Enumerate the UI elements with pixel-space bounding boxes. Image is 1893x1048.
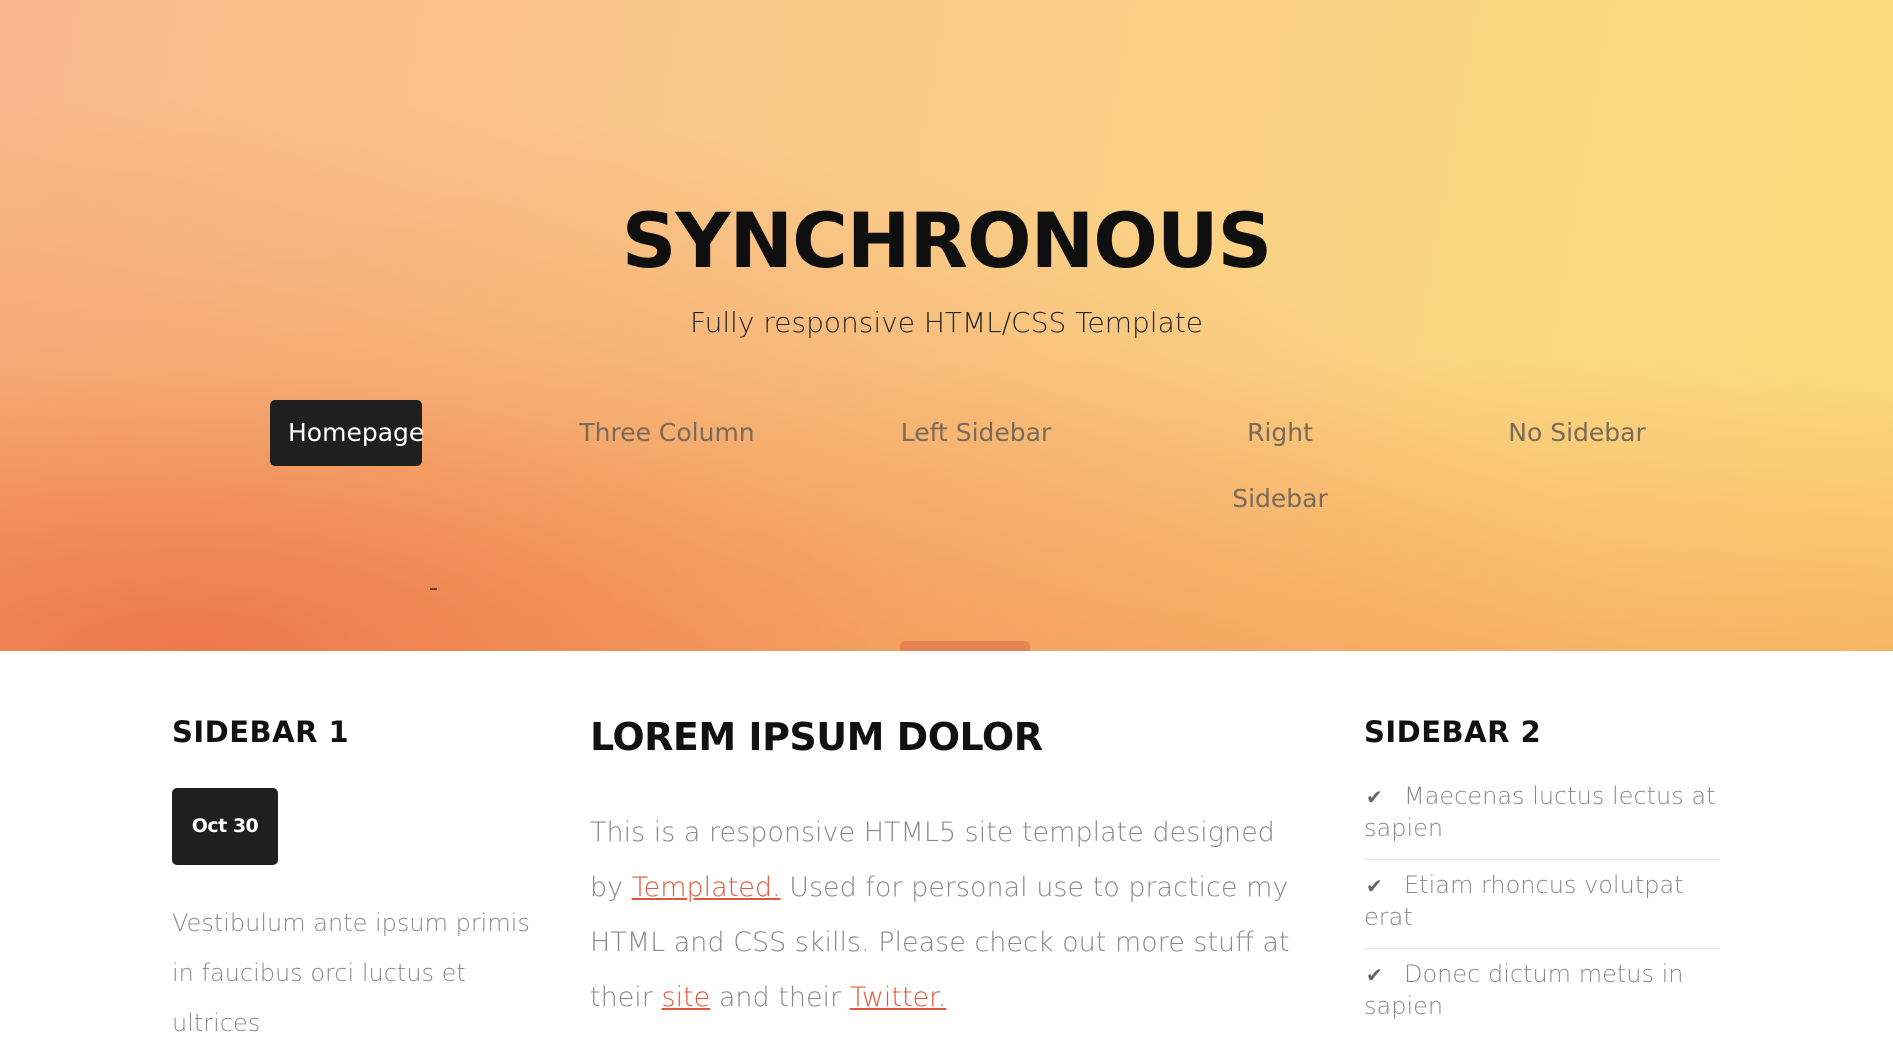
templated-link[interactable]: Templated. xyxy=(632,872,781,903)
hero-decor-dot xyxy=(430,588,437,590)
site-title: SYNCHRONOUS xyxy=(621,196,1273,285)
sidebar-1-text: Vestibulum ante ipsum primis in faucibus… xyxy=(172,909,530,1037)
article-body: This is a responsive HTML5 site template… xyxy=(590,805,1290,1025)
check-icon: ✔ xyxy=(1366,874,1383,898)
content-area: SIDEBAR 1 Oct 30 Vestibulum ante ipsum p… xyxy=(0,651,1893,1037)
nav-item-three-column[interactable]: Three Column xyxy=(572,400,762,466)
sidebar-2-heading: SIDEBAR 2 xyxy=(1364,715,1542,749)
check-icon: ✔ xyxy=(1366,963,1383,987)
list-item: ✔ Maecenas luctus lectus at sapien xyxy=(1364,771,1720,860)
sidebar-2-list: ✔ Maecenas luctus lectus at sapien ✔ Etiam… xyxy=(1364,771,1720,1037)
site-subtitle: Fully responsive HTML/CSS Template xyxy=(690,306,1203,339)
sidebar-1-heading: SIDEBAR 1 xyxy=(172,715,350,749)
date-badge: Oct 30 xyxy=(172,788,278,865)
nav-item-homepage[interactable]: Homepage xyxy=(270,400,424,466)
hero-decor-shape xyxy=(900,641,1030,651)
list-item-label: Etiam rhoncus volutpat erat xyxy=(1364,871,1684,931)
list-item-label: Donec dictum metus in sapien xyxy=(1364,960,1684,1020)
nav-item-right-sidebar[interactable]: Right Sidebar xyxy=(1196,400,1364,513)
nav-item-left-sidebar[interactable]: Left Sidebar xyxy=(896,400,1056,466)
list-item: ✔ Etiam rhoncus volutpat erat xyxy=(1364,860,1720,949)
main-nav: Homepage Three Column Left Sidebar Right… xyxy=(0,400,1893,513)
list-item-label: Maecenas luctus lectus at sapien xyxy=(1364,782,1716,842)
nav-item-no-sidebar[interactable]: No Sidebar xyxy=(1502,400,1652,466)
hero-banner: SYNCHRONOUS Fully responsive HTML/CSS Te… xyxy=(0,0,1893,651)
article-text-part-3: and their xyxy=(710,982,850,1013)
list-item: ✔ Donec dictum metus in sapien xyxy=(1364,949,1720,1037)
article-heading: LOREM IPSUM DOLOR xyxy=(590,715,1043,759)
check-icon: ✔ xyxy=(1366,785,1383,809)
site-link[interactable]: site xyxy=(662,982,711,1013)
twitter-link[interactable]: Twitter. xyxy=(850,982,947,1013)
